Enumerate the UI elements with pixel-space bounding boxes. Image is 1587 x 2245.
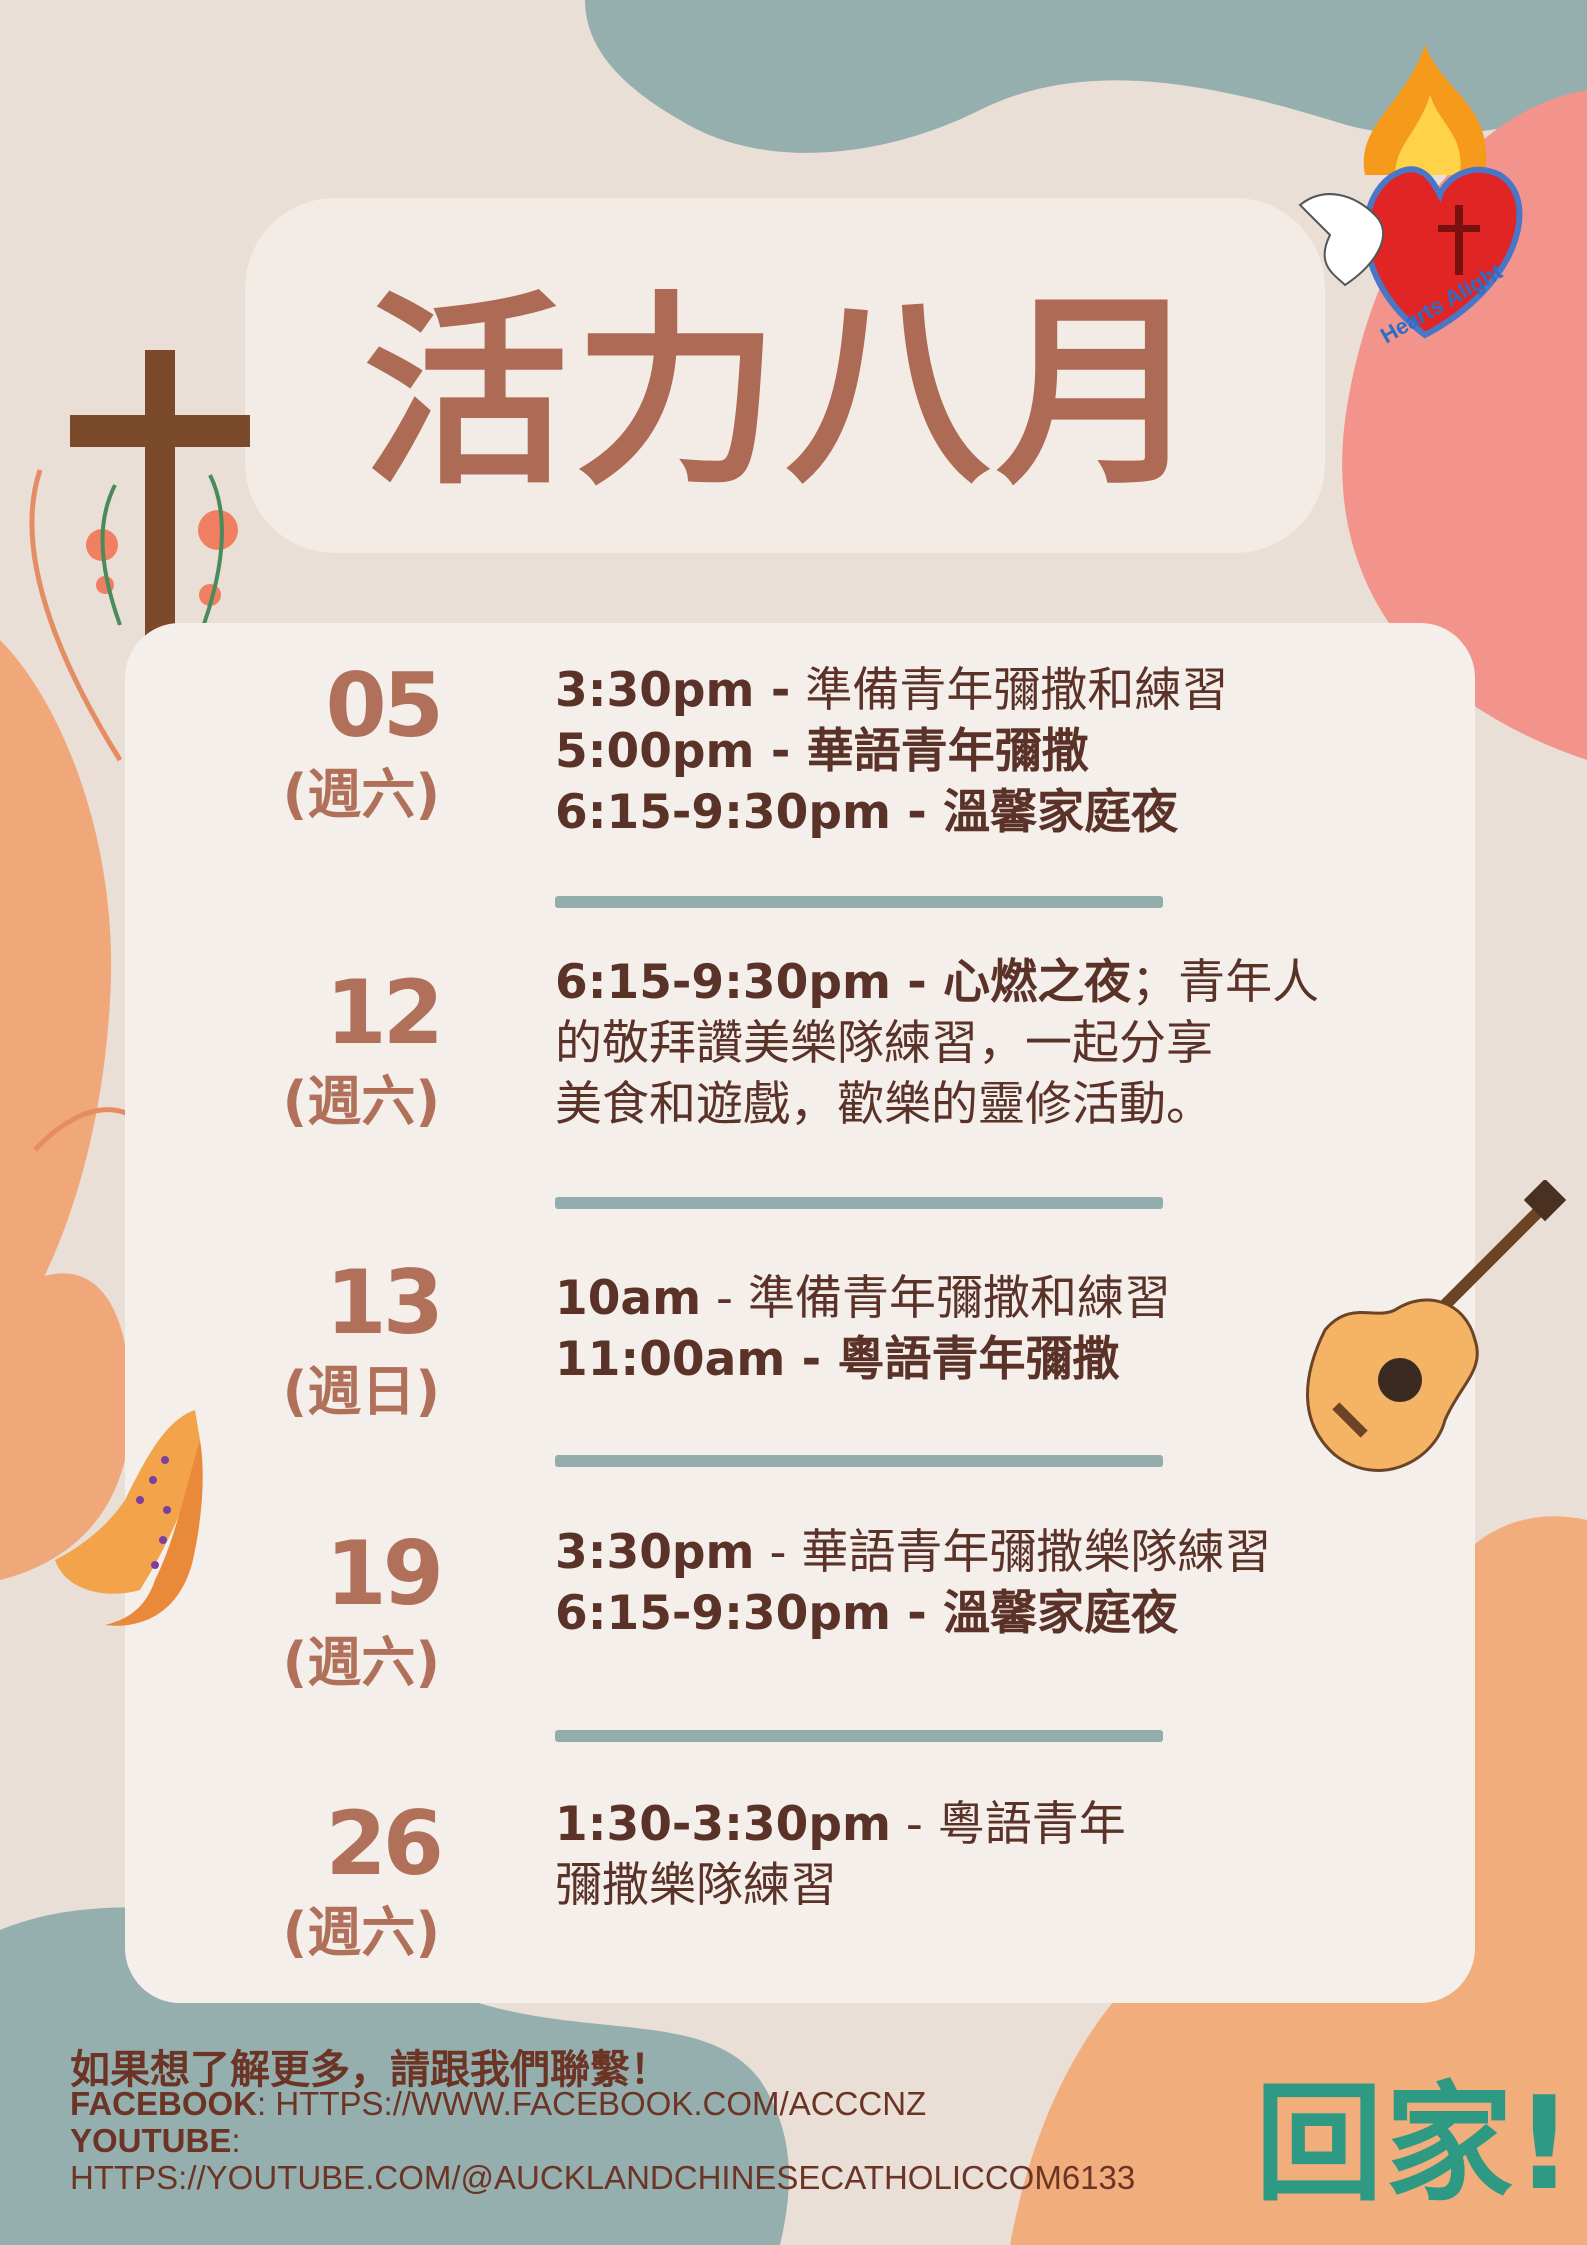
date-weekday: (週六) xyxy=(282,763,440,826)
entry-line: 6:15-9:30pm - 心燃之夜；青年人 xyxy=(555,952,1395,1013)
entry-desc: 華語青年彌撒 xyxy=(790,724,1089,779)
entry-time: 1:30-3:30pm xyxy=(555,1797,891,1852)
youtube-label: YOUTUBE xyxy=(70,2122,232,2159)
entry-desc: - 粵語青年 xyxy=(890,1797,1126,1852)
date-weekday: (週六) xyxy=(282,1901,440,1964)
schedule-entry: 10am - 準備青年彌撒和練習 11:00am - 粵語青年彌撒 xyxy=(555,1268,1395,1390)
page-title: 活力八月 xyxy=(363,275,1207,513)
entry-line: 1:30-3:30pm - 粵語青年 xyxy=(555,1794,1395,1855)
entry-line: 美食和遊戲，歡樂的靈修活動。 xyxy=(555,1077,1213,1132)
entry-desc: 溫馨家庭夜 xyxy=(926,1586,1179,1641)
entry-line: 的敬拜讚美樂隊練習，一起分享 xyxy=(555,1016,1213,1071)
facebook-label: FACEBOOK xyxy=(70,2085,258,2122)
entry-line: 5:00pm - 華語青年彌撒 xyxy=(555,721,1395,782)
entry-desc: - 準備青年彌撒和練習 xyxy=(701,1271,1171,1326)
entry-desc-rest: ；青年人 xyxy=(1131,955,1320,1010)
entry-time: 6:15-9:30pm - xyxy=(555,785,927,840)
entry-line: 3:30pm - 準備青年彌撒和練習 xyxy=(555,660,1395,721)
date-block: 05 (週六) xyxy=(175,654,444,828)
entry-time: 6:15-9:30pm - xyxy=(555,1586,927,1641)
date-number: 13 xyxy=(325,1251,444,1354)
guitar-icon xyxy=(1306,1180,1567,1472)
entry-time: 3:30pm xyxy=(555,1525,755,1580)
entry-desc: 心燃之夜 xyxy=(926,955,1132,1010)
divider xyxy=(555,1455,1163,1467)
facebook-line: FACEBOOK: HTTPS://WWW.FACEBOOK.COM/ACCCN… xyxy=(70,2085,926,2123)
entry-line: 彌撒樂隊練習 xyxy=(555,1858,837,1913)
date-weekday: (週六) xyxy=(282,1070,440,1133)
schedule-entry: 3:30pm - 準備青年彌撒和練習 5:00pm - 華語青年彌撒 6:15-… xyxy=(555,660,1395,843)
date-number: 05 xyxy=(325,654,444,757)
schedule-entry: 3:30pm - 華語青年彌撒樂隊練習 6:15-9:30pm - 溫馨家庭夜 xyxy=(555,1522,1395,1644)
schedule-entry: 6:15-9:30pm - 心燃之夜；青年人 的敬拜讚美樂隊練習，一起分享 美食… xyxy=(555,952,1395,1135)
date-number: 26 xyxy=(325,1792,444,1895)
facebook-link[interactable]: : HTTPS://WWW.FACEBOOK.COM/ACCCNZ xyxy=(257,2085,926,2122)
entry-line: 11:00am - 粵語青年彌撒 xyxy=(555,1329,1395,1390)
entry-line: 6:15-9:30pm - 溫馨家庭夜 xyxy=(555,782,1395,843)
divider xyxy=(555,896,1163,908)
praying-hands-icon xyxy=(55,1410,203,1626)
entry-time: 10am xyxy=(555,1271,702,1326)
entry-time: 6:15-9:30pm - xyxy=(555,955,927,1010)
hearts-alight-logo: Hearts Alight xyxy=(1298,45,1523,345)
entry-desc: 粵語青年彌撒 xyxy=(821,1332,1120,1387)
cross-flowers-icon xyxy=(70,350,250,655)
entry-desc: 準備青年彌撒和練習 xyxy=(790,663,1229,718)
entry-desc: 溫馨家庭夜 xyxy=(926,785,1179,840)
entry-line: 3:30pm - 華語青年彌撒樂隊練習 xyxy=(555,1522,1395,1583)
date-number: 12 xyxy=(325,961,444,1064)
youtube-colon: : xyxy=(231,2122,241,2159)
date-weekday: (週六) xyxy=(282,1631,440,1694)
entry-desc: - 華語青年彌撒樂隊練習 xyxy=(754,1525,1272,1580)
entry-line: 10am - 準備青年彌撒和練習 xyxy=(555,1268,1395,1329)
divider xyxy=(555,1730,1163,1742)
entry-time: 3:30pm - xyxy=(555,663,791,718)
youtube-line: YOUTUBE: xyxy=(70,2122,241,2160)
home-slogan: 回家! xyxy=(1255,2070,1576,2219)
schedule-entry: 1:30-3:30pm - 粵語青年 彌撒樂隊練習 xyxy=(555,1794,1395,1916)
divider xyxy=(555,1197,1163,1209)
date-block: 12 (週六) xyxy=(175,961,444,1135)
entry-time: 11:00am - xyxy=(555,1332,822,1387)
date-block: 26 (週六) xyxy=(175,1792,444,1966)
entry-line: 6:15-9:30pm - 溫馨家庭夜 xyxy=(555,1583,1395,1644)
youtube-link[interactable]: HTTPS://YOUTUBE.COM/@AUCKLANDCHINESECATH… xyxy=(70,2159,1135,2197)
entry-time: 5:00pm - xyxy=(555,724,791,779)
